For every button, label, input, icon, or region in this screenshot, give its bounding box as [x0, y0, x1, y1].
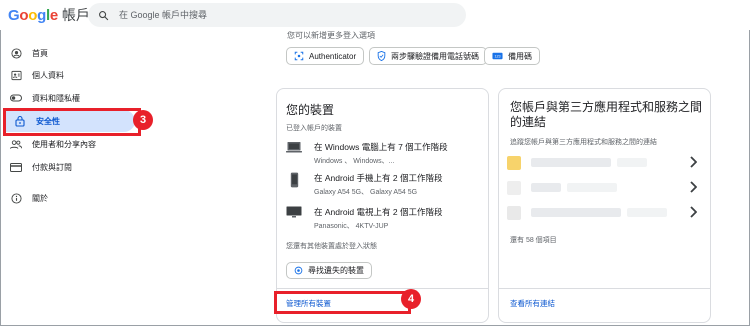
- devices-card-subtitle: 已登入帳戶的裝置: [286, 125, 342, 132]
- svg-text:123: 123: [494, 54, 500, 58]
- account-label: 帳戶: [61, 7, 90, 23]
- device-title: 在 Android 手機上有 2 個工作階段: [314, 173, 443, 183]
- device-title: 在 Android 電視上有 2 個工作階段: [314, 207, 443, 217]
- device-sub: Galaxy A54 5G、 Galaxy A54 5G: [314, 189, 418, 196]
- backup-phone-chip[interactable]: 兩步驟驗證備用電話號碼: [369, 47, 487, 65]
- view-all-connections-link[interactable]: 查看所有連結: [510, 298, 555, 309]
- highlight-box-manage-devices: [274, 291, 411, 314]
- app-name-blurred: [617, 158, 647, 167]
- step-badge-4: 4: [401, 289, 421, 309]
- google-wordmark: Google: [8, 7, 58, 24]
- device-sub: Panasonic、 4KTV-JUP: [314, 223, 389, 230]
- sidebar-item-label: 資料和隱私權: [32, 93, 80, 103]
- sidebar-item-personal-info[interactable]: 個人資料: [0, 64, 145, 86]
- app-name-blurred: [531, 158, 611, 167]
- google-account-logo[interactable]: Google 帳戶: [8, 5, 90, 25]
- chevron-right-icon: [690, 181, 697, 193]
- device-title: 在 Windows 電腦上有 7 個工作階段: [314, 142, 448, 152]
- target-icon: [294, 266, 303, 275]
- sidebar-item-label: 使用者和分享內容: [32, 139, 96, 149]
- app-name-blurred: [567, 183, 617, 192]
- search-input[interactable]: [119, 10, 439, 20]
- chip-label: 尋找遺失的裝置: [308, 266, 364, 275]
- signin-options-text: 您可以新增更多登入選項: [287, 31, 375, 40]
- sidebar-item-label: 首頁: [32, 48, 48, 58]
- search-icon: [99, 10, 109, 20]
- authenticator-icon: [294, 51, 304, 61]
- device-row-windows[interactable]: 在 Windows 電腦上有 7 個工作階段 Windows 、 Windows…: [286, 141, 448, 166]
- phone-icon: [286, 172, 302, 197]
- laptop-icon: [286, 141, 302, 166]
- sidebar-item-payments[interactable]: 付款與訂閱: [0, 156, 145, 178]
- connected-app-row[interactable]: [507, 153, 697, 173]
- chevron-right-icon: [690, 206, 697, 218]
- title-line: 您帳戶與第三方應用程式和服務之間: [510, 100, 703, 114]
- sidebar-item-people-sharing[interactable]: 使用者和分享內容: [0, 133, 145, 155]
- sidebar-item-about[interactable]: 關於: [0, 187, 145, 209]
- sidebar-item-label: 付款與訂閱: [32, 162, 72, 172]
- device-row-android-phone[interactable]: 在 Android 手機上有 2 個工作階段 Galaxy A54 5G、 Ga…: [286, 172, 442, 197]
- credit-card-icon: [10, 161, 22, 173]
- chip-label: Authenticator: [309, 51, 357, 61]
- sidebar-item-data-privacy[interactable]: 資料和隱私權: [0, 87, 145, 109]
- third-party-card-title: 您帳戶與第三方應用程式和服務之間 的連結: [510, 100, 702, 130]
- tv-icon: [286, 206, 302, 231]
- app-name-blurred: [531, 183, 561, 192]
- step-badge-3: 3: [133, 110, 153, 130]
- highlight-box-security: [3, 108, 141, 136]
- connected-app-row[interactable]: [507, 178, 697, 198]
- chevron-right-icon: [690, 156, 697, 168]
- device-sub: Windows 、 Windows、...: [314, 158, 395, 165]
- sidebar-item-home[interactable]: 首頁: [0, 42, 145, 64]
- authenticator-chip[interactable]: Authenticator: [286, 47, 365, 65]
- id-card-icon: [10, 69, 22, 81]
- sidebar-item-label: 個人資料: [32, 70, 64, 80]
- backup-code-icon: 123: [492, 52, 503, 60]
- app-logo-blurred: [507, 206, 521, 220]
- card-divider: [276, 288, 489, 289]
- sidebar-item-label: 關於: [32, 193, 48, 203]
- chip-label: 備用碼: [508, 51, 532, 61]
- search-bar[interactable]: [88, 3, 466, 27]
- app-name-blurred: [531, 208, 621, 217]
- app-logo-blurred: [507, 181, 521, 195]
- backup-codes-chip[interactable]: 123 備用碼: [484, 47, 540, 65]
- card-divider: [498, 288, 711, 289]
- home-icon: [10, 47, 22, 59]
- app-logo-blurred: [507, 156, 521, 170]
- devices-card-title: 您的裝置: [286, 103, 335, 117]
- third-party-card-subtitle: 追蹤您帳戶與第三方應用程式和服務之間的連結: [510, 139, 657, 146]
- people-icon: [10, 138, 22, 150]
- top-bar: Google 帳戶: [0, 0, 750, 30]
- connected-app-row[interactable]: [507, 203, 697, 223]
- find-lost-device-button[interactable]: 尋找遺失的裝置: [286, 262, 372, 279]
- more-items-count: 還有 58 個項目: [510, 237, 557, 244]
- shield-icon: [377, 51, 386, 61]
- chip-label: 兩步驟驗證備用電話號碼: [391, 51, 479, 61]
- info-icon: [10, 192, 22, 204]
- toggle-icon: [10, 92, 22, 104]
- device-row-android-tv[interactable]: 在 Android 電視上有 2 個工作階段 Panasonic、 4KTV-J…: [286, 206, 442, 231]
- title-line: 的連結: [510, 115, 547, 129]
- app-name-blurred: [627, 208, 667, 217]
- other-devices-note: 您還有其他裝置處於登入狀態: [286, 243, 377, 250]
